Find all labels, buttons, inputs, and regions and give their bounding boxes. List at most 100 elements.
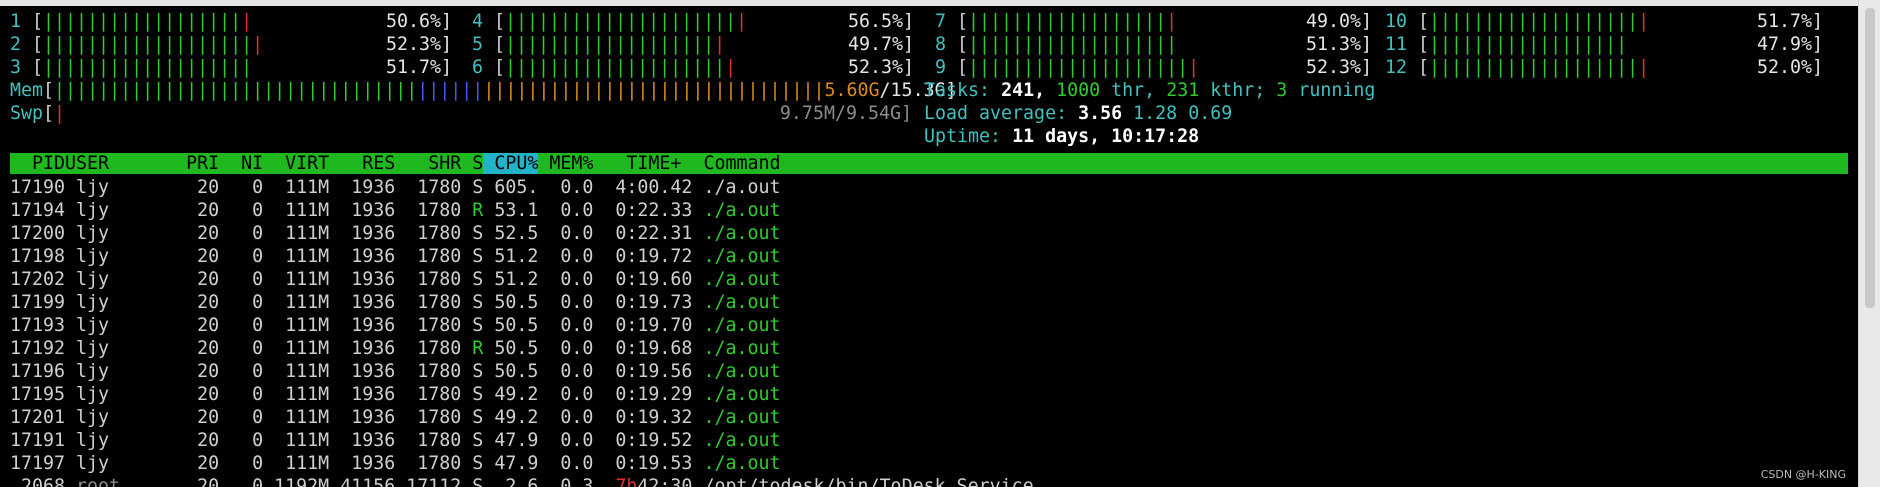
process-cpu: 50.5 [483, 361, 539, 382]
column-header[interactable]: MEM% [538, 153, 593, 174]
process-cpu: 52.5 [483, 223, 539, 244]
cpu-bar-user: ||||||||||||||||||| [1429, 11, 1639, 32]
process-table-header[interactable]: PIDUSER PRI NI VIRT RES SHR S CPU% MEM% … [10, 153, 1848, 174]
process-pid: 17201 [10, 407, 66, 428]
scrollbar[interactable] [1858, 0, 1880, 487]
column-header[interactable]: VIRT [263, 153, 329, 174]
process-cpu: 51.2 [483, 269, 539, 290]
process-user: ljy [65, 177, 176, 198]
column-header[interactable]: SHR [395, 153, 461, 174]
mem-bar-buffers: |||||| [417, 80, 484, 101]
column-header[interactable]: CPU% [483, 153, 539, 174]
column-header[interactable]: S [461, 153, 483, 174]
process-mem: 0.3 [538, 476, 594, 487]
column-header[interactable]: TIME+ [593, 153, 692, 174]
process-row[interactable]: 17194 ljy 20 0 111M 1936 1780 R 53.1 0.0… [10, 199, 781, 222]
process-pri: 20 [175, 384, 220, 405]
cpu-meter-11: 11 [|||||||||||||||||| 47.9%] [1385, 33, 1823, 56]
process-s: S [461, 177, 484, 198]
process-ni: 0 [219, 223, 264, 244]
column-header[interactable]: USER [65, 153, 175, 174]
process-virt: 111M [263, 269, 330, 290]
process-mem: 0.0 [538, 269, 594, 290]
process-row[interactable]: 17196 ljy 20 0 111M 1936 1780 S 50.5 0.0… [10, 360, 781, 383]
column-header[interactable]: RES [329, 153, 395, 174]
process-row[interactable]: 17199 ljy 20 0 111M 1936 1780 S 50.5 0.0… [10, 291, 781, 314]
column-header[interactable]: NI [219, 153, 263, 174]
process-row[interactable]: 17192 ljy 20 0 111M 1936 1780 R 50.5 0.0… [10, 337, 781, 360]
process-shr: 1780 [395, 315, 462, 336]
process-time-pad [593, 476, 615, 487]
process-pid: 17202 [10, 269, 66, 290]
process-virt: 111M [263, 292, 330, 313]
process-mem: 0.0 [538, 315, 594, 336]
load-1min: 3.56 [1078, 103, 1123, 124]
process-user: ljy [65, 246, 176, 267]
process-pid: 17190 [10, 177, 66, 198]
process-row[interactable]: 17200 ljy 20 0 111M 1936 1780 S 52.5 0.0… [10, 222, 781, 245]
process-pid: 17191 [10, 430, 66, 451]
process-shr: 1780 [395, 223, 462, 244]
process-cpu: 47.9 [483, 453, 539, 474]
process-cpu: 50.5 [483, 338, 539, 359]
process-time: 42:30 [637, 476, 693, 487]
process-row[interactable]: 17193 ljy 20 0 111M 1936 1780 S 50.5 0.0… [10, 314, 781, 337]
process-pid: 17197 [10, 453, 66, 474]
process-command: ./a.out [703, 292, 781, 313]
tasks-line: Tasks: 241, 1000 thr, 231 kthr; 3 runnin… [924, 79, 1375, 102]
cpu-bar-user: ||||||||||||||||||||| [505, 11, 737, 32]
process-row[interactable]: 17201 ljy 20 0 111M 1936 1780 S 49.2 0.0… [10, 406, 781, 429]
process-s: S [461, 384, 484, 405]
cpu-meter-3: 3 [||||||||||||||||||| 51.7%] [10, 56, 452, 79]
process-virt: 111M [263, 200, 330, 221]
column-header[interactable]: PID [10, 153, 65, 174]
column-header[interactable]: Command [692, 153, 780, 174]
mem-label: Mem [10, 80, 44, 101]
cpu-bar-user: |||||||||||||||||||| [505, 57, 726, 78]
process-time: 0:22.33 [593, 200, 693, 221]
process-res: 1936 [329, 223, 396, 244]
process-ni: 0 [219, 177, 264, 198]
process-s: S [461, 430, 484, 451]
process-row[interactable]: 17198 ljy 20 0 111M 1936 1780 S 51.2 0.0… [10, 245, 781, 268]
process-user: ljy [65, 292, 176, 313]
process-command: ./a.out [703, 200, 781, 221]
column-header[interactable]: PRI [175, 153, 219, 174]
scrollbar-thumb[interactable] [1865, 8, 1875, 308]
cpu-bar-user: ||||||||||||||||||| [43, 57, 253, 78]
cpu-meter-2: 2 [|||||||||||||||||||| 52.3%] [10, 33, 452, 56]
cpu-percent: 49.0%] [1305, 11, 1372, 32]
process-ni: 0 [219, 453, 264, 474]
process-s: S [461, 315, 484, 336]
process-row[interactable]: 17202 ljy 20 0 111M 1936 1780 S 51.2 0.0… [10, 268, 781, 291]
process-shr: 1780 [395, 407, 462, 428]
process-row[interactable]: 17191 ljy 20 0 111M 1936 1780 S 47.9 0.0… [10, 429, 781, 452]
process-time: 0:19.56 [593, 361, 693, 382]
process-res: 1936 [329, 315, 396, 336]
process-command: ./a.out [703, 384, 781, 405]
threads-label: thr, [1111, 80, 1156, 101]
process-ni: 0 [219, 315, 264, 336]
process-mem: 0.0 [538, 361, 594, 382]
cpu-id: 6 [472, 57, 484, 78]
process-res: 1936 [329, 384, 396, 405]
process-row[interactable]: 17190 ljy 20 0 111M 1936 1780 S 605. 0.0… [10, 176, 781, 199]
cpu-bar-user: |||||||||||||||||| [43, 11, 242, 32]
cpu-bar-kernel: | [725, 57, 737, 78]
process-res: 41156 [329, 476, 396, 487]
meter-bracket: [ [43, 80, 55, 101]
meter-bracket: [ [483, 11, 506, 32]
cpu-percent: 52.3%] [385, 34, 452, 55]
cpu-id: 2 [10, 34, 22, 55]
process-row[interactable]: 17195 ljy 20 0 111M 1936 1780 S 49.2 0.0… [10, 383, 781, 406]
process-res: 1936 [329, 246, 396, 267]
load-15min: 0.69 [1188, 103, 1233, 124]
process-row[interactable]: 2068 root 20 0 1192M 41156 17112 S 2.6 0… [10, 475, 1034, 487]
cpu-meter-10: 10 [|||||||||||||||||||| 51.7%] [1385, 10, 1823, 33]
process-row[interactable]: 17197 ljy 20 0 111M 1936 1780 S 47.9 0.0… [10, 452, 781, 475]
process-virt: 111M [263, 453, 330, 474]
process-time: 0:19.73 [593, 292, 693, 313]
process-res: 1936 [329, 430, 396, 451]
process-pid: 17200 [10, 223, 66, 244]
process-pid: 17195 [10, 384, 66, 405]
